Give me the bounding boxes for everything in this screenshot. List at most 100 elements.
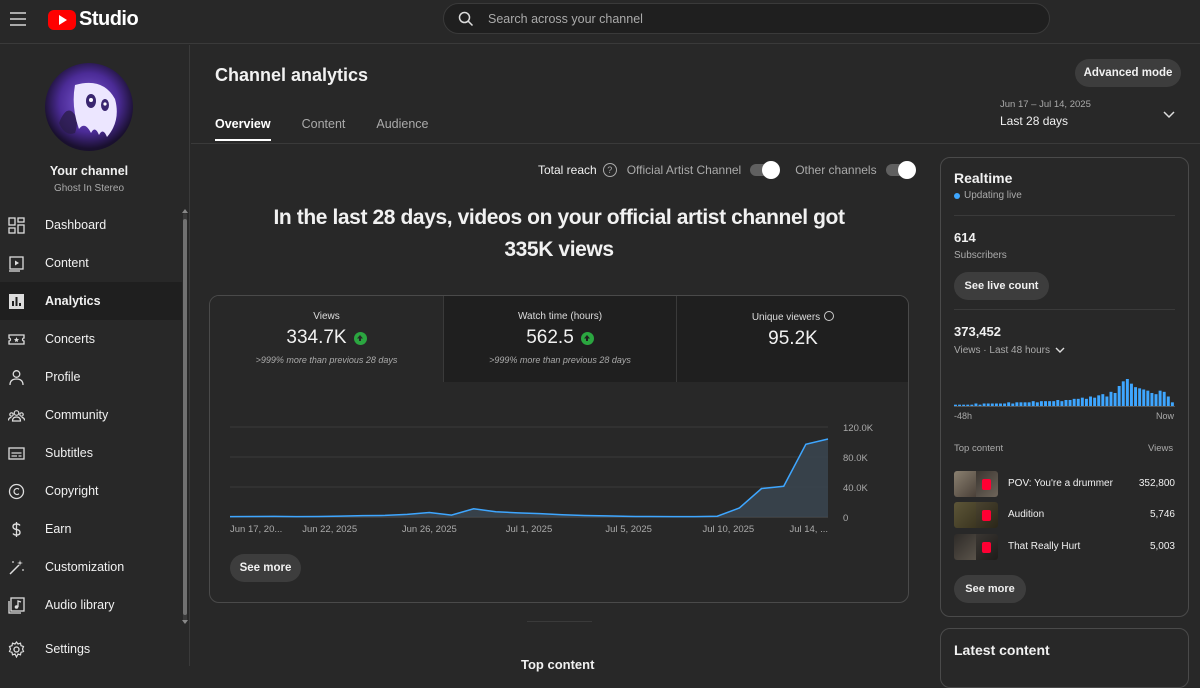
realtime-bar[interactable] (1125, 379, 1129, 407)
sidebar-item-concerts[interactable]: Concerts (0, 320, 182, 358)
sidebar-item-settings[interactable]: Settings (0, 630, 182, 668)
realtime-bar[interactable] (1068, 400, 1072, 407)
search-icon (458, 11, 474, 26)
realtime-bar[interactable] (1166, 396, 1170, 408)
realtime-bar[interactable] (1134, 387, 1138, 407)
metric-label: Watch time (hours) (517, 311, 603, 322)
date-range-label: Last 28 days (1000, 114, 1069, 128)
sidebar-item-copyright[interactable]: Copyright (0, 472, 182, 510)
tab-content[interactable]: Content (302, 117, 346, 141)
realtime-bar[interactable] (1113, 393, 1117, 407)
shorts-icon (982, 542, 991, 553)
realtime-bar[interactable] (1162, 391, 1166, 407)
metric-value: 334.7K (286, 327, 347, 348)
divider (954, 215, 1175, 216)
top-content-row[interactable]: POV: You're a drummer 352,800 (954, 471, 1175, 497)
realtime-bar[interactable] (1084, 398, 1088, 407)
see-live-count-button[interactable]: See live count (954, 272, 1049, 300)
other-channels-label: Other channels (795, 163, 877, 177)
sidebar-item-customization[interactable]: Customization (0, 548, 182, 586)
realtime-bar[interactable] (1056, 400, 1060, 407)
sidebar-item-label: Copyright (45, 484, 99, 498)
metric-watch-time[interactable]: Watch time (hours) 562.5 >999% more than… (443, 296, 676, 382)
person-icon (9, 370, 24, 386)
video-views: 5,003 (1149, 541, 1175, 552)
realtime-bar[interactable] (1146, 390, 1150, 407)
realtime-views-count: 373,452 (954, 324, 1001, 339)
video-views: 352,800 (1138, 478, 1175, 489)
youtube-studio-logo[interactable]: Studio (48, 8, 139, 31)
realtime-bar[interactable] (1117, 386, 1121, 407)
summary-headline: In the last 28 days, videos on your offi… (273, 206, 845, 261)
tab-audience[interactable]: Audience (376, 117, 428, 141)
realtime-bar[interactable] (1158, 390, 1162, 407)
sidebar-item-subtitles[interactable]: Subtitles (0, 434, 182, 472)
x-tick-label: Jul 1, 2025 (506, 524, 552, 535)
arrow-up-icon (353, 331, 367, 345)
chevron-down-icon (1055, 347, 1065, 353)
video-thumbnail (954, 471, 998, 497)
sidebar-item-content[interactable]: Content (0, 244, 182, 282)
realtime-bar[interactable] (1093, 397, 1097, 407)
top-content-row[interactable]: Audition 5,746 (954, 502, 1175, 528)
metric-views[interactable]: Views 334.7K >999% more than previous 28… (210, 296, 443, 382)
realtime-bar[interactable] (1138, 388, 1142, 407)
realtime-see-more-button[interactable]: See more (954, 575, 1026, 603)
realtime-bar[interactable] (1097, 395, 1101, 407)
reach-filter-row: Total reach ? Official Artist Channel Ot… (538, 160, 931, 180)
realtime-bar[interactable] (1150, 393, 1154, 407)
realtime-bar[interactable] (1121, 381, 1125, 407)
metric-value-row: 95.2K (677, 328, 908, 350)
views-period-label: Views · Last 48 hours (954, 345, 1050, 356)
realtime-bar[interactable] (1109, 391, 1113, 407)
views-line-chart: 120.0K 80.0K 40.0K 0 Jun 17, 20... Jun 22, 20… (229, 423, 874, 535)
realtime-bar[interactable] (1154, 394, 1158, 407)
x-tick-label: Jun 22, 2025 (302, 524, 357, 535)
sidebar-item-analytics[interactable]: Analytics (0, 282, 182, 320)
sidebar-item-label: Settings (45, 642, 91, 656)
scroll-down-arrow[interactable] (182, 620, 188, 624)
sidebar-item-community[interactable]: Community (0, 396, 182, 434)
realtime-bar[interactable] (1129, 383, 1133, 407)
divider (954, 309, 1175, 310)
sidebar-item-label: Profile (45, 370, 81, 384)
realtime-bar[interactable] (1142, 389, 1146, 408)
realtime-bar[interactable] (1101, 394, 1105, 407)
subscriber-label: Subscribers (954, 250, 1007, 261)
video-views: 5,746 (1149, 509, 1175, 520)
video-thumbnail (954, 534, 998, 560)
metric-value-row: 562.5 (444, 327, 676, 349)
latest-content-title: Latest content (954, 642, 1050, 658)
realtime-bar[interactable] (1105, 396, 1109, 408)
x-tick-label: Jul 10, 2025 (702, 524, 754, 535)
advanced-mode-button[interactable]: Advanced mode (1075, 59, 1181, 87)
date-range-picker[interactable]: Jun 17 – Jul 14, 2025 Last 28 days (1000, 99, 1180, 135)
search-bar[interactable] (443, 3, 1050, 34)
sidebar-item-earn[interactable]: Earn (0, 510, 182, 548)
search-input[interactable] (486, 10, 1006, 27)
realtime-bar[interactable] (1089, 396, 1093, 408)
tab-overview[interactable]: Overview (215, 117, 271, 141)
clock-icon (824, 311, 835, 321)
sidebar-item-dashboard[interactable]: Dashboard (0, 206, 182, 244)
sidebar-item-audio-library[interactable]: Audio library (0, 586, 182, 624)
realtime-bar[interactable] (1072, 398, 1076, 407)
views-period-dropdown[interactable]: Views · Last 48 hours (954, 345, 1065, 356)
other-channels-toggle[interactable] (885, 161, 916, 179)
channel-avatar[interactable] (45, 63, 133, 151)
analytics-icon (9, 294, 24, 309)
see-more-button[interactable]: See more (230, 554, 301, 582)
youtube-logo-icon (48, 9, 76, 30)
realtime-bar[interactable] (1064, 400, 1068, 407)
sidebar-item-profile[interactable]: Profile (0, 358, 182, 396)
metric-unique-viewers[interactable]: Unique viewers 95.2K (676, 296, 908, 382)
help-icon[interactable]: ? (602, 163, 617, 177)
menu-icon[interactable] (10, 12, 26, 26)
realtime-bar[interactable] (1076, 398, 1080, 407)
sidebar-scrollbar[interactable] (183, 219, 187, 615)
top-content-row[interactable]: That Really Hurt 5,003 (954, 534, 1175, 560)
metric-value-row: 334.7K (210, 327, 443, 349)
realtime-status-text: Updating live (964, 190, 1022, 201)
official-artist-channel-toggle[interactable] (750, 161, 781, 179)
realtime-bar[interactable] (1080, 397, 1084, 407)
